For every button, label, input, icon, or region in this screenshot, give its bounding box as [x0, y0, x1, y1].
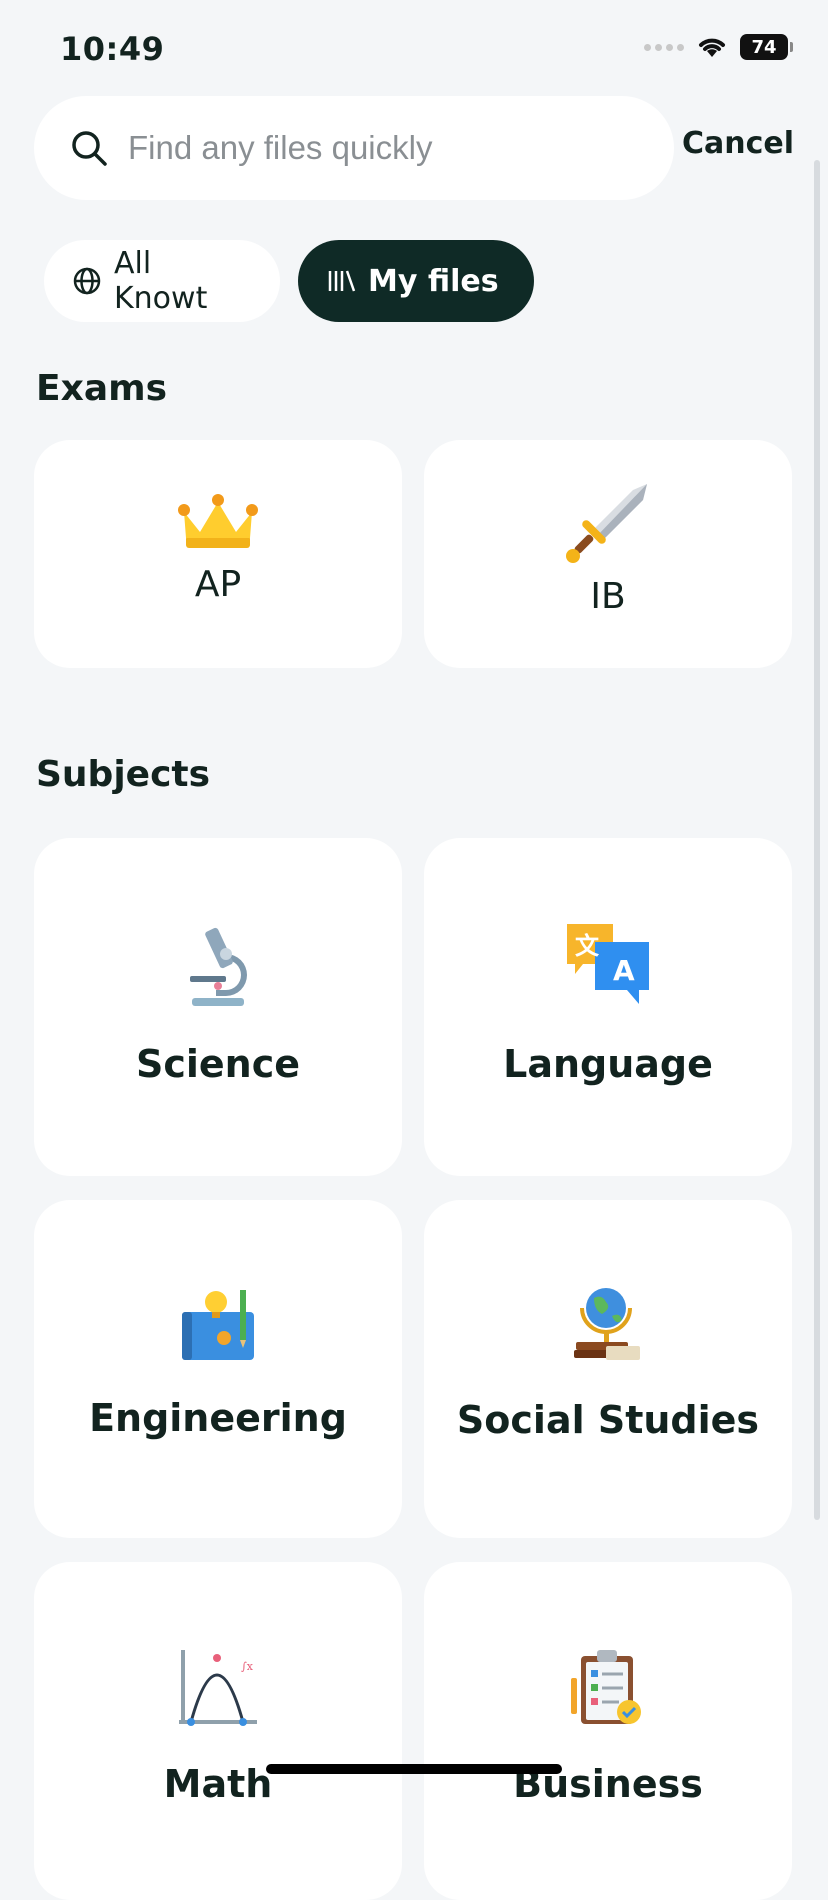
exam-card-ap[interactable]: AP [34, 440, 402, 668]
search-input[interactable]: Find any files quickly [34, 96, 674, 200]
cancel-button[interactable]: Cancel [682, 126, 794, 161]
library-icon [326, 268, 356, 294]
battery-icon: 74 [740, 34, 793, 60]
tab-all-knowt[interactable]: All Knowt [44, 240, 280, 322]
wifi-icon [699, 38, 725, 57]
subject-card-language-label: Language [503, 1042, 713, 1086]
subject-card-science-label: Science [135, 1042, 301, 1086]
home-indicator[interactable] [266, 1764, 562, 1774]
globe-icon [72, 266, 102, 296]
cellular-signal-icon [644, 43, 684, 51]
tab-my-files[interactable]: My files [298, 240, 534, 322]
subject-card-science[interactable]: Science [34, 838, 402, 1176]
status-indicators: 74 [644, 34, 793, 60]
svg-text:A: A [613, 954, 635, 987]
svg-text:∫x: ∫x [241, 1660, 254, 1673]
translate-icon: 文 A [567, 924, 649, 1004]
subject-card-engineering[interactable]: Engineering [34, 1200, 402, 1538]
search-icon [72, 131, 107, 166]
subjects-section-title: Subjects [36, 754, 211, 795]
tab-my-files-label: My files [368, 263, 499, 299]
search-row: Find any files quickly Cancel [34, 96, 794, 200]
subject-card-social-studies[interactable]: Social Studies [424, 1200, 792, 1538]
subject-card-language[interactable]: 文 A Language [424, 838, 792, 1176]
battery-level: 74 [751, 36, 777, 58]
tab-all-knowt-label: All Knowt [114, 246, 208, 316]
sword-icon [566, 484, 647, 563]
svg-text:文: 文 [575, 932, 600, 960]
scrollbar[interactable] [814, 160, 820, 1520]
exam-card-ap-label: AP [194, 564, 242, 605]
subject-card-math[interactable]: ∫x Math [34, 1562, 402, 1900]
search-placeholder: Find any files quickly [128, 129, 433, 166]
exam-card-ib[interactable]: IB [424, 440, 792, 668]
graph-icon: ∫x [179, 1650, 257, 1726]
blueprint-icon [182, 1290, 254, 1360]
globe-icon [574, 1288, 640, 1360]
subject-card-math-label: Math [163, 1762, 273, 1806]
status-time: 10:49 [60, 30, 165, 68]
microscope-icon [190, 927, 247, 1006]
subject-card-engineering-label: Engineering [89, 1396, 347, 1440]
subject-card-social-studies-label: Social Studies [456, 1398, 760, 1442]
filter-tabs: All Knowt My files [44, 240, 534, 322]
crown-icon [178, 494, 258, 548]
subject-card-business[interactable]: Business [424, 1562, 792, 1900]
status-bar: 10:49 74 [0, 0, 828, 100]
clipboard-icon [571, 1650, 641, 1724]
exam-card-ib-label: IB [590, 576, 626, 617]
exams-section-title: Exams [36, 368, 168, 409]
